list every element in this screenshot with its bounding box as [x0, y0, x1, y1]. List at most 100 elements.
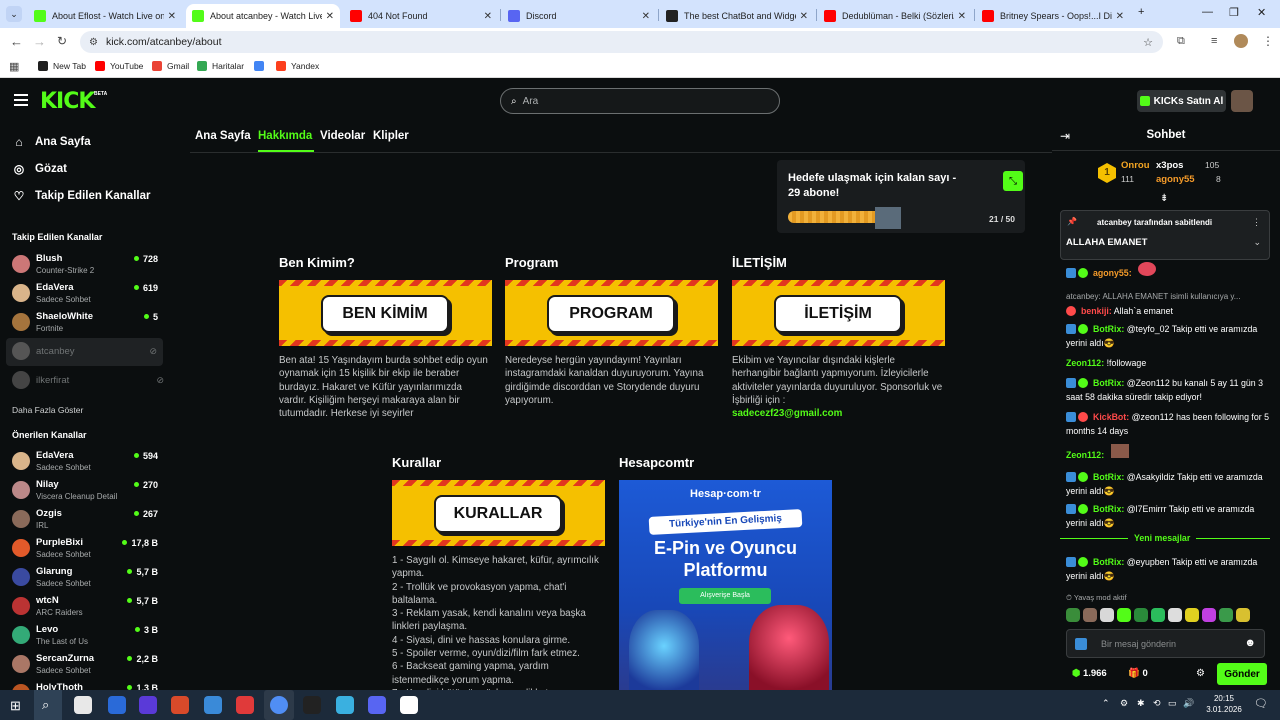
browser-tab[interactable]: About Eflost - Watch Live on Kick ✕ — [28, 4, 182, 28]
bookmark-item[interactable]: Gmail — [152, 61, 189, 71]
tray-app2-icon[interactable]: ⟲ — [1153, 698, 1161, 709]
ad-cta-button[interactable]: Alışverişe Başla — [679, 588, 771, 604]
sidebar-channel[interactable]: Nilay Viscera Cleanup Detail 270 — [0, 477, 170, 505]
browser-tab[interactable]: Britney Spears - Oops!...I Did It ✕ — [976, 4, 1130, 28]
taskbar-app-icon[interactable] — [236, 696, 254, 714]
chat-username[interactable]: BotRix: — [1093, 472, 1124, 482]
close-tab-icon[interactable]: ✕ — [168, 11, 176, 22]
chat-settings-icon[interactable]: ⚙ — [1196, 668, 1205, 679]
taskbar-app-icon[interactable] — [74, 696, 92, 714]
sidebar-channel[interactable]: PurpleBixi Sadece Sohbet 17,8 B — [0, 535, 170, 563]
close-tab-icon[interactable]: ✕ — [800, 11, 808, 22]
emote-icon[interactable] — [1236, 608, 1250, 622]
taskbar-app-icon[interactable] — [264, 690, 294, 720]
taskbar-app-icon[interactable] — [108, 696, 126, 714]
bookmark-item[interactable] — [254, 61, 269, 71]
emote-icon[interactable] — [1083, 608, 1097, 622]
sidebar-channel[interactable]: EdaVera Sadece Sohbet 594 — [0, 448, 170, 476]
windows-start-icon[interactable]: ⊞ — [10, 698, 21, 714]
bookmark-item[interactable]: Yandex — [276, 61, 319, 71]
forward-icon[interactable]: → — [33, 34, 46, 49]
reload-icon[interactable]: ↻ — [57, 34, 67, 48]
taskbar-app-icon[interactable] — [336, 696, 354, 714]
sidebar-channel[interactable]: Ozgis IRL 267 — [0, 506, 170, 534]
emote-icon[interactable] — [1202, 608, 1216, 622]
chat-username[interactable]: BotRix: — [1093, 324, 1124, 334]
search-input[interactable]: ⌕ Ara — [500, 88, 780, 114]
chat-username[interactable]: Zeon112: — [1066, 358, 1104, 368]
taskbar-app-icon[interactable] — [368, 696, 386, 714]
bookmark-item[interactable]: Haritalar — [197, 61, 244, 71]
emote-icon[interactable] — [1134, 608, 1148, 622]
pinned-menu-icon[interactable]: ⋮ — [1252, 217, 1261, 228]
browser-tab[interactable]: Dedublüman - Belki (Sözleri/Lyrics) ✕ — [818, 4, 972, 28]
tray-chevron-icon[interactable]: ⌃ — [1102, 698, 1110, 709]
taskbar-clock[interactable]: 20:15 3.01.2026 — [1204, 693, 1244, 715]
bookmark-star-icon[interactable]: ☆ — [1143, 36, 1153, 49]
media-controls-icon[interactable]: ≡ — [1211, 35, 1217, 47]
tray-volume-icon[interactable]: 🔊 — [1183, 698, 1194, 709]
site-info-icon[interactable]: ⚙ — [89, 37, 98, 48]
close-tab-icon[interactable]: ✕ — [642, 11, 650, 22]
sidebar-channel[interactable]: Glarung Sadece Sohbet 5,7 B — [0, 564, 170, 592]
extensions-icon[interactable]: ⧉ — [1177, 35, 1185, 48]
gift-count[interactable]: 🎁 0 — [1128, 668, 1148, 679]
close-tab-icon[interactable]: ✕ — [326, 11, 334, 22]
menu-icon[interactable]: ⋮ — [1262, 34, 1274, 48]
sidebar-channel[interactable]: atcanbey ⊘ — [6, 338, 163, 366]
sidebar-channel[interactable]: ilkerfirat ⊘ — [0, 367, 170, 395]
emote-icon[interactable] — [1151, 608, 1165, 622]
profile-avatar[interactable] — [1234, 34, 1248, 48]
close-window-icon[interactable]: ✕ — [1257, 6, 1266, 19]
chat-input[interactable]: Bir mesaj gönderin ☻ — [1066, 629, 1265, 658]
taskbar-search-icon[interactable]: ⌕ — [34, 690, 62, 720]
bookmark-item[interactable]: YouTube — [95, 61, 143, 71]
channel-tab[interactable]: Hakkımda — [258, 130, 312, 142]
show-more-link[interactable]: Daha Fazla Göster — [12, 405, 83, 415]
sidebar-channel[interactable]: SercanZurna Sadece Sohbet 2,2 B — [0, 651, 170, 679]
emote-icon[interactable] — [1185, 608, 1199, 622]
hamburger-menu-icon[interactable] — [14, 94, 28, 106]
channel-points[interactable]: ⬢ 1.966 — [1072, 668, 1107, 679]
sidebar-nav-item[interactable]: ⌂ Ana Sayfa — [12, 135, 90, 149]
tray-app-icon[interactable]: ⚙ — [1120, 698, 1128, 709]
browser-tab[interactable]: The best ChatBot and Widgets ✕ — [660, 4, 814, 28]
sidebar-channel[interactable]: Levo The Last of Us 3 B — [0, 622, 170, 650]
chat-username[interactable]: benkiji: — [1081, 306, 1112, 316]
tray-network-icon[interactable]: ▭ — [1168, 698, 1177, 709]
browser-tab[interactable]: 404 Not Found ✕ — [344, 4, 498, 28]
browser-tab[interactable]: About atcanbey - Watch Live on Kick ✕ — [186, 4, 340, 28]
emote-icon[interactable] — [1100, 608, 1114, 622]
taskbar-app-icon[interactable] — [303, 696, 321, 714]
taskbar-app-icon[interactable] — [400, 696, 418, 714]
pinned-chevron-down-icon[interactable]: ⌄ — [1253, 237, 1261, 248]
sidebar-nav-item[interactable]: ◎ Gözat — [12, 162, 67, 176]
sidebar-channel[interactable]: HolyThoth 1,3 B — [0, 680, 170, 690]
emote-icon[interactable] — [1219, 608, 1233, 622]
close-tab-icon[interactable]: ✕ — [1116, 11, 1124, 22]
new-tab-button[interactable]: + — [1138, 6, 1144, 18]
taskbar-app-icon[interactable] — [171, 696, 189, 714]
taskbar-app-icon[interactable] — [204, 696, 222, 714]
chat-username[interactable]: BotRix: — [1093, 557, 1124, 567]
sidebar-nav-item[interactable]: ♡ Takip Edilen Kanallar — [12, 189, 151, 203]
kick-logo[interactable]: KICK — [40, 89, 95, 114]
close-tab-icon[interactable]: ✕ — [958, 11, 966, 22]
user-avatar[interactable] — [1231, 90, 1253, 112]
sidebar-channel[interactable]: ShaeloWhite Fortnite 5 — [0, 309, 170, 337]
chat-username[interactable]: BotRix: — [1093, 378, 1124, 388]
emote-icon[interactable] — [1066, 608, 1080, 622]
tray-bluetooth-icon[interactable]: ✱ — [1137, 698, 1145, 709]
emote-icon[interactable] — [1168, 608, 1182, 622]
goal-expand-icon[interactable]: ⤡ — [1003, 171, 1023, 191]
apps-grid-icon[interactable]: ▦ — [9, 60, 19, 73]
taskbar-app-icon[interactable] — [139, 696, 157, 714]
browser-tab[interactable]: Discord ✕ — [502, 4, 656, 28]
chat-username[interactable]: KickBot: — [1093, 412, 1129, 422]
emoji-icon[interactable]: ☻ — [1244, 637, 1256, 649]
buy-kicks-button[interactable]: KICKs Satın Al — [1137, 90, 1226, 112]
close-tab-icon[interactable]: ✕ — [484, 11, 492, 22]
emote-icon[interactable] — [1117, 608, 1131, 622]
expand-leaderboard-icon[interactable]: ⇟ — [1160, 193, 1168, 204]
ad-banner[interactable]: Hesap·com·tr Türkiye'nin En Gelişmiş E-P… — [619, 480, 832, 690]
